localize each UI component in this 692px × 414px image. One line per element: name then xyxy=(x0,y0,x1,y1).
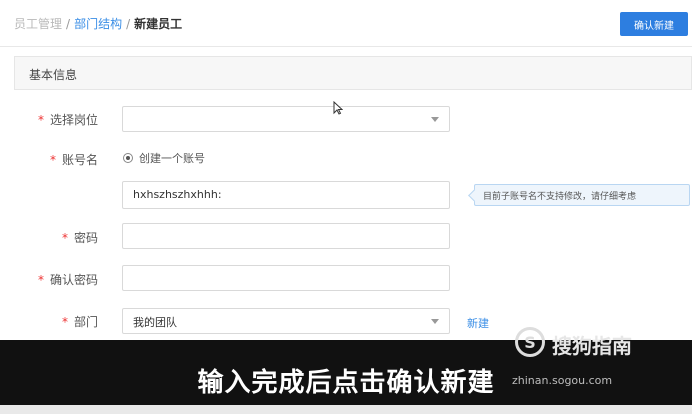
create-account-radio-option[interactable]: 创建一个账号 xyxy=(123,150,205,166)
account-name-tip-text: 目前子账号名不支持修改，请仔细考虑 xyxy=(483,191,637,202)
bottom-strip xyxy=(0,405,692,414)
breadcrumb: 员工管理 / 部门结构 / 新建员工 xyxy=(14,15,182,32)
new-employee-page: 员工管理 / 部门结构 / 新建员工 确认新建 基本信息 * 选择岗位 * 账号名 创建一个… xyxy=(0,0,692,414)
account-label-text: 账号名 xyxy=(62,153,99,167)
sogou-logo-letter: S xyxy=(524,332,536,352)
section-header: 基本信息 xyxy=(14,56,692,90)
department-select[interactable]: 我的团队 xyxy=(122,308,450,334)
account-name-value: hxhszhszhxhhh: xyxy=(133,188,222,201)
account-name-input[interactable]: hxhszhszhxhhh: xyxy=(122,181,450,209)
chevron-down-icon xyxy=(431,319,439,324)
password-input[interactable] xyxy=(122,223,450,249)
required-mark: * xyxy=(62,231,68,245)
confirm-password-label-text: 确认密码 xyxy=(50,273,99,287)
section-title: 基本信息 xyxy=(29,68,78,82)
brand-name: 搜狗指南 xyxy=(552,334,632,358)
breadcrumb-employee-management[interactable]: 员工管理 xyxy=(14,17,62,31)
position-label: * 选择岗位 xyxy=(38,111,98,128)
confirm-create-button[interactable]: 确认新建 xyxy=(620,12,688,36)
breadcrumb-separator: / xyxy=(66,17,71,31)
new-department-link[interactable]: 新建 xyxy=(467,315,489,331)
confirm-password-input[interactable] xyxy=(122,265,450,291)
password-label-text: 密码 xyxy=(74,231,99,245)
position-select[interactable] xyxy=(122,106,450,132)
radio-selected-icon[interactable] xyxy=(123,153,133,163)
department-label: * 部门 xyxy=(62,313,98,330)
breadcrumb-department-structure[interactable]: 部门结构 xyxy=(74,17,122,31)
create-account-radio-label: 创建一个账号 xyxy=(139,152,205,165)
required-mark: * xyxy=(38,273,44,287)
breadcrumb-current-page: 新建员工 xyxy=(134,17,183,31)
password-label: * 密码 xyxy=(62,229,98,246)
breadcrumb-separator: / xyxy=(126,17,131,31)
confirm-password-label: * 确认密码 xyxy=(38,271,98,288)
top-header: 员工管理 / 部门结构 / 新建员工 确认新建 xyxy=(0,0,692,47)
sogou-logo-icon: S xyxy=(515,327,545,357)
department-label-text: 部门 xyxy=(74,315,99,329)
account-name-tip: 目前子账号名不支持修改，请仔细考虑 xyxy=(474,184,690,206)
department-select-value: 我的团队 xyxy=(133,316,177,329)
required-mark: * xyxy=(50,153,56,167)
brand-url: zhinan.sogou.com xyxy=(512,374,613,387)
required-mark: * xyxy=(62,315,68,329)
chevron-down-icon xyxy=(431,117,439,122)
mouse-pointer-icon xyxy=(333,101,343,115)
account-label: * 账号名 xyxy=(50,151,98,168)
position-label-text: 选择岗位 xyxy=(50,113,99,127)
required-mark: * xyxy=(38,113,44,127)
